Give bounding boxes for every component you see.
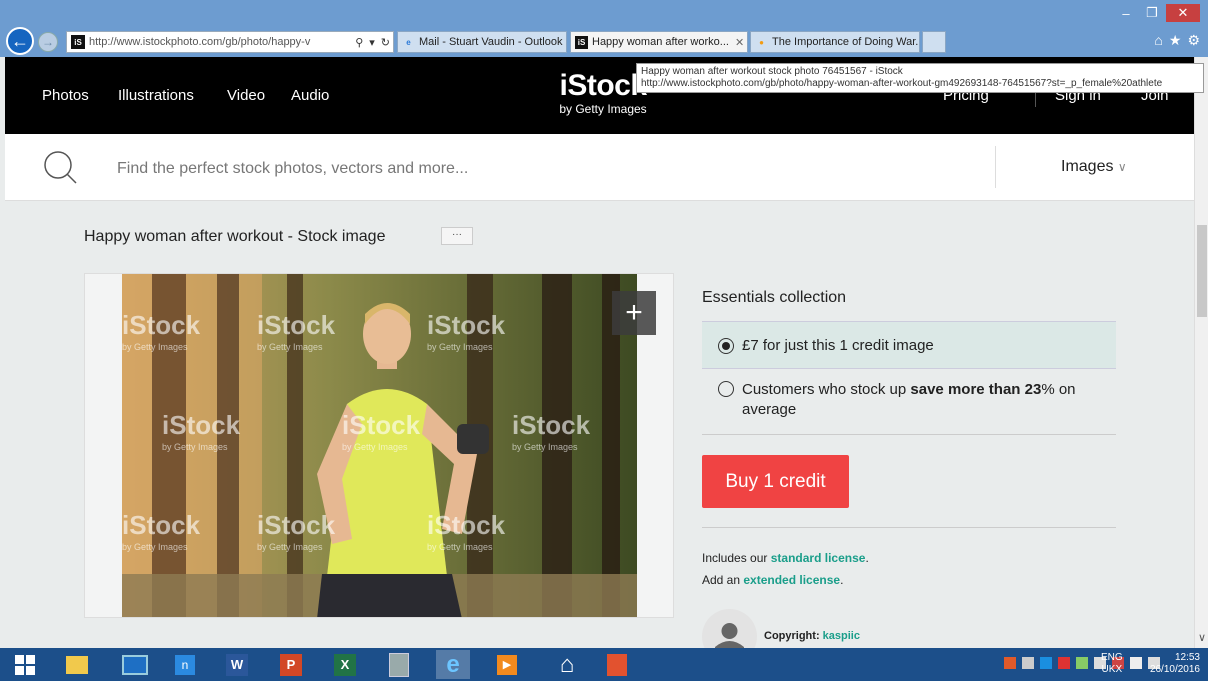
option-single-credit[interactable]: £7 for just this 1 credit image bbox=[702, 321, 1116, 369]
gear-icon[interactable]: ⚙ bbox=[1187, 32, 1200, 49]
minimize-icon[interactable]: – bbox=[1114, 4, 1138, 22]
logo-subtitle: by Getty Images bbox=[559, 102, 647, 116]
watermark: iStock by Getty Images bbox=[512, 410, 591, 452]
tab-title: Happy woman after worko... bbox=[592, 36, 729, 48]
watermark: iStock by Getty Images bbox=[342, 410, 421, 452]
powerpoint-icon[interactable]: P bbox=[274, 650, 308, 679]
internet-explorer-icon[interactable]: e bbox=[436, 650, 470, 679]
search-bar: Images ∨ bbox=[5, 134, 1194, 201]
link-tooltip: Happy woman after workout stock photo 76… bbox=[636, 63, 1204, 93]
divider bbox=[702, 527, 1116, 528]
search-icon[interactable]: ⚲ bbox=[352, 36, 366, 49]
bluetooth-icon[interactable] bbox=[1040, 657, 1052, 669]
address-url[interactable]: http://www.istockphoto.com/gb/photo/happ… bbox=[89, 36, 352, 48]
office-icon[interactable] bbox=[600, 650, 634, 679]
search-divider bbox=[995, 146, 996, 188]
tab-importance[interactable]: ● The Importance of Doing War... bbox=[750, 31, 920, 53]
word-icon[interactable]: W bbox=[220, 650, 254, 679]
media-type-dropdown[interactable]: Images ∨ bbox=[1061, 158, 1127, 176]
copyright-line: Copyright: kaspiic bbox=[764, 630, 860, 642]
photographer-link[interactable]: kaspiic bbox=[823, 630, 860, 642]
watermark: iStock by Getty Images bbox=[122, 310, 201, 352]
watermark: iStock by Getty Images bbox=[257, 510, 336, 552]
taskbar: n W P X e ▶ ⌂ bbox=[0, 648, 1208, 681]
refresh-icon[interactable]: ↻ bbox=[378, 36, 393, 49]
stock-photo[interactable]: iStock by Getty Images iStock by Getty Ima… bbox=[122, 274, 637, 617]
site-favicon: iS bbox=[71, 35, 85, 49]
chevron-down-icon[interactable]: ▾ bbox=[366, 36, 378, 49]
browser-toolbar-icons: ⌂ ★ ⚙ bbox=[1154, 32, 1200, 49]
language-indicator[interactable]: ENG UKX bbox=[1101, 652, 1123, 676]
tab-title: The Importance of Doing War... bbox=[772, 36, 920, 48]
watermark: iStock by Getty Images bbox=[427, 510, 506, 552]
search-input[interactable] bbox=[115, 156, 979, 182]
watermark: iStock by Getty Images bbox=[162, 410, 241, 452]
new-tab-button[interactable] bbox=[922, 31, 946, 53]
option-label: Customers who stock up save more than 23… bbox=[742, 381, 1076, 418]
tooltip-url: http://www.istockphoto.com/gb/photo/happ… bbox=[641, 78, 1163, 89]
window-controls: – ❐ ✕ bbox=[1114, 4, 1200, 22]
tab-title: Mail - Stuart Vaudin - Outlook bbox=[419, 36, 563, 48]
search-icon[interactable] bbox=[42, 149, 78, 185]
more-options-button[interactable]: ··· bbox=[441, 227, 473, 245]
collection-title: Essentials collection bbox=[702, 289, 847, 306]
zoom-button[interactable]: + bbox=[612, 291, 656, 335]
tooltip-title: Happy woman after workout stock photo 76… bbox=[641, 66, 903, 77]
preview-frame: iStock by Getty Images iStock by Getty Ima… bbox=[84, 273, 674, 618]
standard-license-text: Includes our standard license. bbox=[702, 551, 869, 565]
nav-illustrations[interactable]: Illustrations bbox=[118, 87, 194, 104]
chevron-down-icon: ∨ bbox=[1117, 160, 1127, 174]
istock-favicon: iS bbox=[575, 35, 588, 49]
dropdown-label: Images bbox=[1061, 158, 1114, 175]
home-icon[interactable]: ⌂ bbox=[550, 650, 584, 679]
media-player-icon[interactable]: ▶ bbox=[490, 650, 524, 679]
tray-icon[interactable] bbox=[1076, 657, 1088, 669]
nav-audio[interactable]: Audio bbox=[291, 87, 329, 104]
scroll-thumb[interactable] bbox=[1197, 225, 1207, 317]
browser-chrome: – ❐ ✕ ← → iS http://www.istockphoto.com/… bbox=[0, 0, 1208, 57]
radio-icon[interactable] bbox=[718, 381, 734, 397]
watermark: iStock by Getty Images bbox=[427, 310, 506, 352]
divider bbox=[702, 434, 1116, 435]
windows-start-icon[interactable] bbox=[8, 650, 42, 679]
standard-license-link[interactable]: standard license bbox=[771, 551, 866, 565]
option-stock-up[interactable]: Customers who stock up save more than 23… bbox=[702, 380, 1116, 436]
clock[interactable]: 12:53 26/10/2016 bbox=[1136, 652, 1200, 676]
close-icon[interactable]: ✕ bbox=[1166, 4, 1200, 22]
extended-license-link[interactable]: extended license bbox=[743, 573, 840, 587]
article-favicon: ● bbox=[759, 37, 764, 47]
back-button[interactable]: ← bbox=[6, 27, 34, 55]
page-title: Happy woman after workout - Stock image bbox=[84, 228, 386, 245]
extended-license-text: Add an extended license. bbox=[702, 573, 844, 587]
watermark: iStock by Getty Images bbox=[257, 310, 336, 352]
lenovo-icon[interactable] bbox=[118, 650, 152, 679]
calculator-icon[interactable] bbox=[382, 650, 416, 679]
radio-selected-icon[interactable] bbox=[718, 337, 734, 354]
watermark: iStock by Getty Images bbox=[122, 510, 201, 552]
lenovo-app-icon[interactable]: n bbox=[168, 650, 202, 679]
restore-icon[interactable]: ❐ bbox=[1140, 4, 1164, 22]
nav-video[interactable]: Video bbox=[227, 87, 265, 104]
excel-icon[interactable]: X bbox=[328, 650, 362, 679]
tab-mail[interactable]: e Mail - Stuart Vaudin - Outlook bbox=[397, 31, 567, 53]
tray-icon[interactable] bbox=[1022, 657, 1034, 669]
star-icon[interactable]: ★ bbox=[1169, 32, 1182, 49]
ie-icon: e bbox=[406, 37, 411, 47]
file-explorer-icon[interactable] bbox=[60, 650, 94, 679]
tray-icon[interactable] bbox=[1058, 657, 1070, 669]
page-scrollbar[interactable]: ∨ bbox=[1194, 57, 1208, 648]
address-bar[interactable]: iS http://www.istockphoto.com/gb/photo/h… bbox=[66, 31, 394, 53]
option-label: £7 for just this 1 credit image bbox=[742, 336, 934, 354]
forward-button[interactable]: → bbox=[38, 32, 58, 52]
tray-icon[interactable] bbox=[1004, 657, 1016, 669]
home-icon[interactable]: ⌂ bbox=[1154, 32, 1162, 49]
scroll-down-icon[interactable]: ∨ bbox=[1195, 631, 1208, 644]
nav-photos[interactable]: Photos bbox=[42, 87, 89, 104]
tab-istock[interactable]: iS Happy woman after worko... ✕ bbox=[570, 31, 748, 53]
tab-close-icon[interactable]: ✕ bbox=[735, 36, 744, 49]
buy-button[interactable]: Buy 1 credit bbox=[702, 455, 849, 508]
